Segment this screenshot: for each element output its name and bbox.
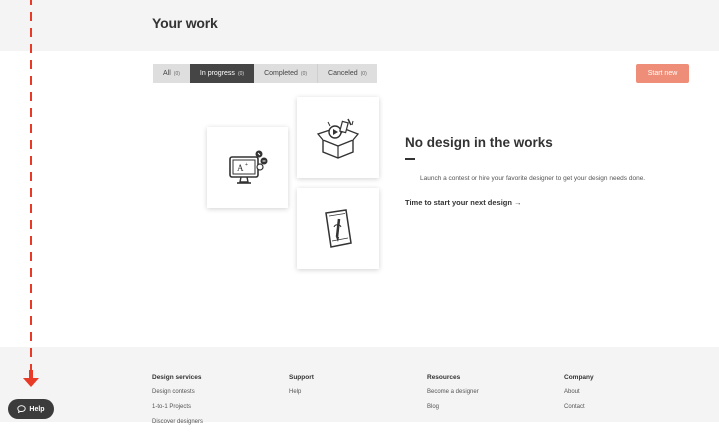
tab-count: (0): [173, 71, 180, 77]
svg-text:+: +: [245, 162, 248, 168]
tab-completed[interactable]: Completed (0): [254, 64, 318, 83]
tab-count: (0): [237, 71, 245, 77]
open-box-icon: [316, 118, 360, 159]
footer-link[interactable]: Contact: [564, 404, 594, 410]
empty-state-title: No design in the works: [405, 135, 553, 150]
site-footer: Design services Design contests 1-to-1 P…: [0, 347, 719, 425]
footer-link[interactable]: Design contests: [152, 389, 203, 395]
tab-label: All: [163, 70, 171, 77]
tab-label: Completed: [264, 70, 298, 77]
box-illustration-card: [297, 97, 379, 178]
footer-column-support: Support Help: [289, 374, 314, 404]
document-pen-icon: [325, 208, 352, 248]
work-status-tabs: All (0) In progress (0) Completed (0) Cance…: [153, 64, 377, 83]
tab-in-progress[interactable]: In progress (0): [189, 64, 255, 83]
footer-link[interactable]: About: [564, 389, 594, 395]
page-header: Your work: [0, 0, 719, 51]
footer-link[interactable]: Discover designers: [152, 419, 203, 425]
annotation-dashed-line: [30, 0, 32, 377]
annotation-arrow-icon: [23, 378, 39, 387]
tab-label: In progress: [199, 70, 235, 77]
page-title: Your work: [152, 15, 218, 31]
svg-text:A: A: [237, 163, 244, 173]
footer-heading: Design services: [152, 374, 202, 381]
speech-bubble-icon: [17, 405, 27, 413]
footer-column-design-services: Design services Design contests 1-to-1 P…: [152, 374, 203, 434]
start-new-button[interactable]: Start new: [636, 64, 689, 83]
footer-column-resources: Resources Become a designer Blog: [427, 374, 479, 419]
monitor-illustration-card: A +: [207, 127, 288, 208]
tab-count: (0): [300, 71, 308, 77]
footer-link[interactable]: Help: [289, 389, 314, 395]
tab-canceled[interactable]: Canceled (0): [317, 64, 377, 83]
footer-heading: Resources: [427, 374, 461, 381]
footer-column-company: Company About Contact: [564, 374, 594, 419]
help-button[interactable]: Help: [8, 399, 54, 419]
footer-heading: Company: [564, 374, 594, 381]
tab-count: (0): [360, 71, 367, 77]
title-underline: [405, 158, 415, 160]
footer-link[interactable]: Blog: [427, 404, 479, 410]
footer-link[interactable]: Become a designer: [427, 389, 479, 395]
footer-heading: Support: [289, 374, 314, 381]
monitor-design-icon: A +: [228, 150, 267, 184]
footer-link[interactable]: 1-to-1 Projects: [152, 404, 203, 410]
document-illustration-card: [297, 188, 379, 269]
help-label: Help: [29, 405, 45, 413]
tab-label: Canceled: [328, 70, 358, 77]
empty-state-description: Launch a contest or hire your favorite d…: [420, 175, 646, 182]
start-next-design-link[interactable]: Time to start your next design →: [405, 198, 522, 207]
tab-all[interactable]: All (0): [153, 64, 190, 83]
